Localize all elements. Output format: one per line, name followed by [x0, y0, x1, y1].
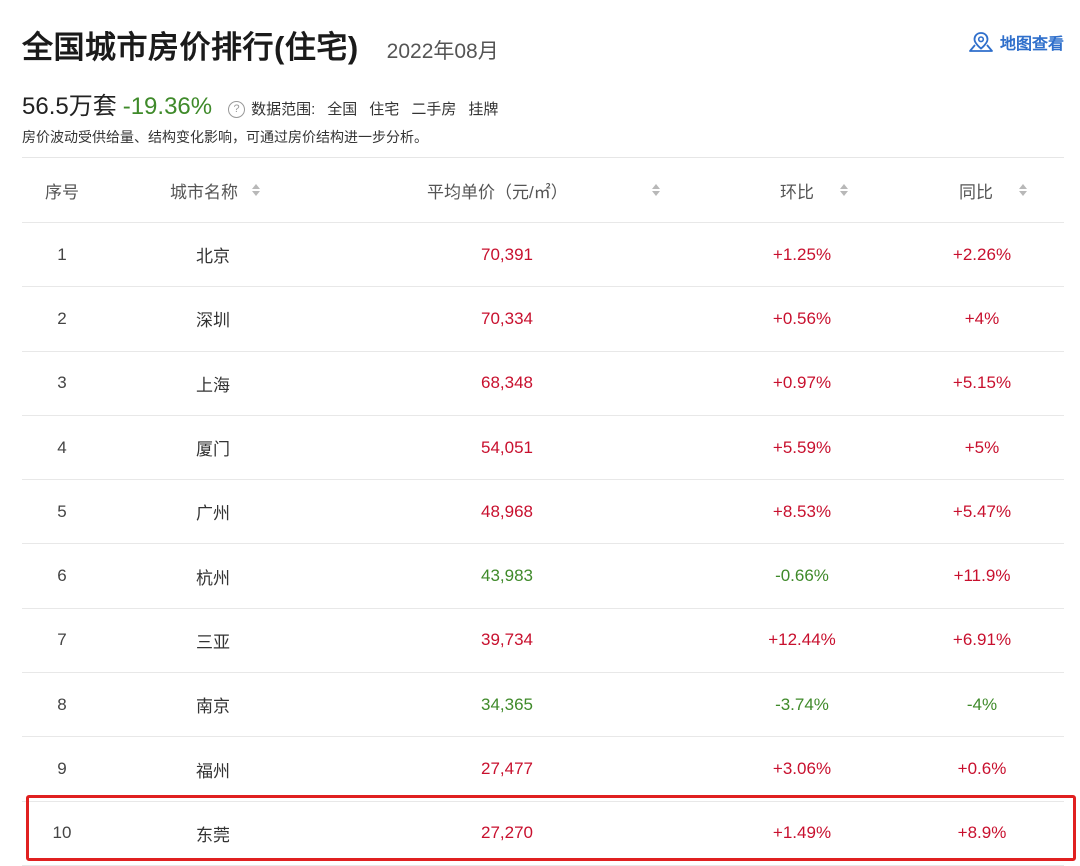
rank-cell: 8: [57, 694, 67, 714]
city-cell[interactable]: 厦门: [196, 435, 230, 460]
city-cell[interactable]: 杭州: [196, 564, 230, 589]
city-cell[interactable]: 东莞: [196, 821, 230, 846]
rank-cell: 1: [57, 244, 67, 264]
mom-cell: +12.44%: [768, 630, 836, 650]
rank-cell: 5: [57, 501, 67, 521]
range-item-type[interactable]: 住宅: [369, 98, 399, 119]
rank-cell: 3: [57, 373, 67, 393]
yoy-cell: -4%: [966, 694, 998, 714]
price-cell: 34,365: [481, 694, 533, 714]
table-row[interactable]: 9 福州 27,477 +3.06% +0.6%: [22, 737, 1064, 802]
listing-change: -19.36%: [122, 93, 213, 120]
rank-cell: 4: [57, 437, 67, 457]
title-row: 全国城市房价排行(住宅) 2022年08月: [22, 22, 499, 66]
table-row[interactable]: 3 上海 68,348 +0.97% +5.15%: [22, 352, 1064, 416]
mom-cell: +5.59%: [772, 437, 832, 457]
yoy-cell: +5.15%: [952, 373, 1012, 393]
table-row[interactable]: 5 广州 48,968 +8.53% +5.47%: [22, 480, 1064, 545]
map-pin-icon: [969, 32, 993, 52]
table-header: 序号 城市名称 平均单价（元/㎡） 环比 同比: [22, 158, 1064, 223]
help-icon[interactable]: ?: [228, 100, 246, 118]
listing-count: 56.5万套: [22, 93, 117, 120]
yoy-cell: +0.6%: [957, 759, 1007, 779]
rank-cell: 9: [57, 759, 67, 779]
city-cell[interactable]: 广州: [196, 499, 230, 524]
rank-cell: 7: [57, 630, 67, 650]
range-item-market[interactable]: 二手房: [411, 98, 456, 119]
header-city[interactable]: 城市名称: [170, 178, 260, 203]
sort-icon[interactable]: [252, 184, 260, 196]
sort-icon[interactable]: [840, 184, 848, 196]
city-cell[interactable]: 南京: [196, 692, 230, 717]
table-row[interactable]: 7 三亚 39,734 +12.44% +6.91%: [22, 609, 1064, 674]
price-cell: 43,983: [481, 566, 533, 586]
yoy-cell: +5.47%: [952, 501, 1012, 521]
table-row[interactable]: 10 东莞 27,270 +1.49% +8.9%: [22, 802, 1064, 866]
city-cell[interactable]: 上海: [196, 371, 230, 396]
header-mom-label: 环比: [780, 182, 814, 202]
city-cell[interactable]: 福州: [196, 757, 230, 782]
table-row[interactable]: 6 杭州 43,983 -0.66% +11.9%: [22, 544, 1064, 609]
price-note: 房价波动受供给量、结构变化影响，可通过房价结构进一步分析。: [22, 129, 428, 145]
table-row[interactable]: 4 厦门 54,051 +5.59% +5%: [22, 416, 1064, 481]
range-item-source[interactable]: 挂牌: [468, 98, 498, 119]
mom-cell: +3.06%: [772, 759, 832, 779]
table-body: 1 北京 70,391 +1.25% +2.26% 2 深圳 70,334 +0.56% +4% 3…: [22, 223, 1064, 866]
yoy-cell: +11.9%: [953, 566, 1011, 586]
table-row[interactable]: 1 北京 70,391 +1.25% +2.26%: [22, 223, 1064, 288]
price-cell: 54,051: [481, 437, 533, 457]
price-cell: 27,477: [481, 759, 533, 779]
range-item-region[interactable]: 全国: [327, 98, 357, 119]
rank-cell: 10: [52, 823, 72, 843]
yoy-cell: +5%: [964, 437, 1000, 457]
header-yoy[interactable]: 同比: [959, 178, 1027, 203]
data-range-label: 数据范围:: [251, 101, 316, 118]
rank-cell: 6: [57, 566, 67, 586]
report-date: 2022年08月: [386, 40, 499, 63]
table-row[interactable]: 8 南京 34,365 -3.74% -4%: [22, 673, 1064, 738]
page-title: 全国城市房价排行(住宅): [22, 30, 359, 65]
mom-cell: +1.49%: [772, 823, 832, 843]
header-rank: 序号: [45, 182, 79, 202]
price-cell: 48,968: [481, 501, 533, 521]
map-view-link[interactable]: 地图查看: [968, 30, 1064, 54]
mom-cell: +8.53%: [772, 501, 832, 521]
city-cell[interactable]: 北京: [196, 242, 230, 267]
price-cell: 70,334: [481, 308, 533, 328]
mom-cell: +1.25%: [772, 244, 832, 264]
rank-cell: 2: [57, 308, 67, 328]
yoy-cell: +6.91%: [952, 630, 1012, 650]
mom-cell: +0.56%: [772, 308, 832, 328]
sort-icon[interactable]: [652, 184, 660, 196]
sort-icon[interactable]: [1019, 184, 1027, 196]
price-cell: 68,348: [481, 373, 533, 393]
header-price[interactable]: 平均单价（元/㎡）: [427, 178, 568, 203]
price-cell: 39,734: [481, 630, 533, 650]
table-row[interactable]: 2 深圳 70,334 +0.56% +4%: [22, 287, 1064, 352]
mom-cell: -3.74%: [775, 694, 829, 714]
mom-cell: -0.66%: [775, 566, 829, 586]
ranking-table: 序号 城市名称 平均单价（元/㎡） 环比 同比 1 北京 70,391 +1.25% +…: [22, 158, 1064, 866]
city-cell[interactable]: 三亚: [196, 628, 230, 653]
yoy-cell: +4%: [964, 308, 1000, 328]
mom-cell: +0.97%: [772, 373, 832, 393]
header-city-label: 城市名称: [170, 182, 238, 202]
summary-row: 56.5万套 -19.36% ? 数据范围: 全国 住宅 二手房 挂牌: [22, 86, 498, 121]
header-price-sort[interactable]: [652, 184, 660, 196]
city-cell[interactable]: 深圳: [196, 306, 230, 331]
yoy-cell: +2.26%: [952, 244, 1012, 264]
header-mom[interactable]: 环比: [780, 178, 848, 203]
price-cell: 27,270: [481, 823, 533, 843]
map-view-label: 地图查看: [999, 36, 1064, 53]
price-cell: 70,391: [481, 244, 533, 264]
yoy-cell: +8.9%: [957, 823, 1007, 843]
header-yoy-label: 同比: [959, 182, 993, 202]
